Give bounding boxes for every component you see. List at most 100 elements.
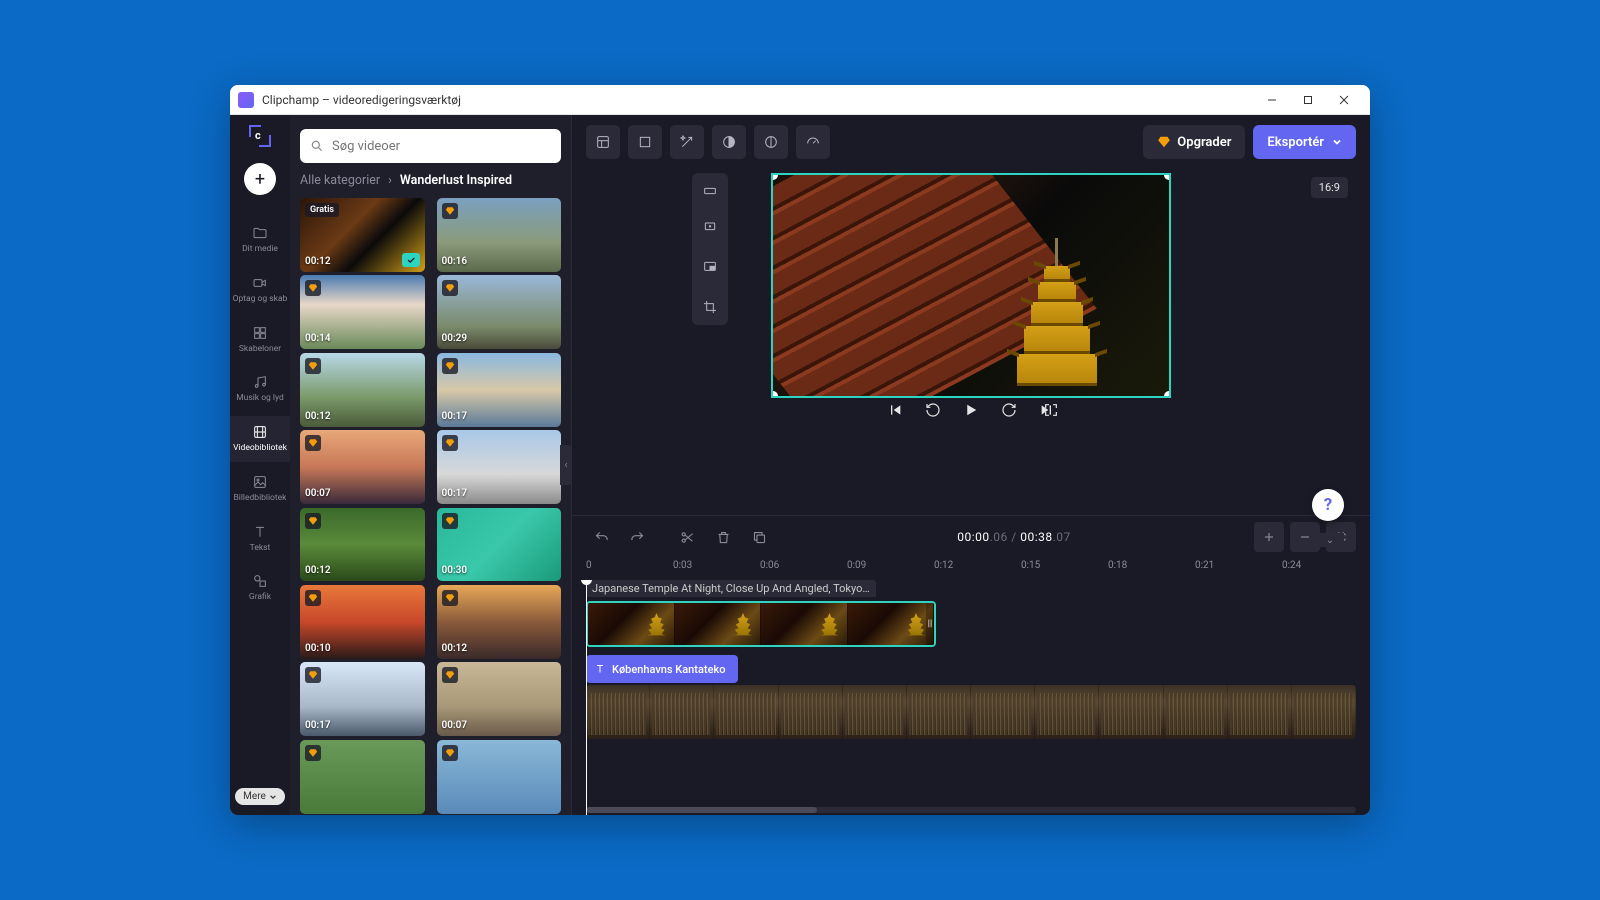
pip-tool[interactable] bbox=[692, 249, 728, 285]
resize-handle-tr[interactable] bbox=[1164, 173, 1171, 180]
premium-badge-icon bbox=[305, 358, 321, 374]
diamond-icon bbox=[1157, 135, 1171, 149]
ruler-mark: 0:21 bbox=[1195, 560, 1214, 571]
premium-badge-icon bbox=[305, 590, 321, 606]
crop-tool[interactable] bbox=[628, 125, 662, 159]
panel-collapse-handle[interactable]: ‹ bbox=[560, 445, 572, 485]
templates-icon bbox=[252, 325, 268, 341]
timeline-ruler[interactable]: 00:030:060:090:120:150:180:210:24 bbox=[572, 558, 1370, 580]
adjust-tool[interactable] bbox=[754, 125, 788, 159]
fit-screen-tool[interactable] bbox=[692, 209, 728, 245]
library-thumbnail[interactable]: 00:14 bbox=[300, 275, 425, 349]
add-media-button[interactable]: + bbox=[244, 163, 276, 195]
help-button[interactable]: ? bbox=[1312, 489, 1344, 521]
clip-trim-right[interactable]: || bbox=[926, 603, 934, 645]
thumbnail-grid: Gratis00:1200:1600:1400:2900:1200:1700:0… bbox=[290, 198, 571, 815]
maximize-button[interactable] bbox=[1290, 85, 1326, 115]
library-thumbnail[interactable] bbox=[300, 740, 425, 814]
video-clip[interactable]: || || bbox=[586, 601, 936, 647]
split-button[interactable] bbox=[672, 522, 702, 552]
premium-badge-icon bbox=[442, 203, 458, 219]
fit-width-tool[interactable] bbox=[692, 173, 728, 209]
delete-button[interactable] bbox=[708, 522, 738, 552]
nav-your-media[interactable]: Dit medie bbox=[230, 217, 290, 263]
layout-tool[interactable] bbox=[586, 125, 620, 159]
media-clip[interactable] bbox=[586, 685, 1356, 739]
resize-handle-br[interactable] bbox=[1164, 391, 1171, 398]
nav-record[interactable]: Optag og skab bbox=[230, 267, 290, 313]
preview-content-pagoda bbox=[1004, 216, 1109, 386]
title-clip[interactable]: Københavns Kantateko bbox=[586, 655, 738, 683]
duration-label: 00:12 bbox=[305, 256, 331, 267]
duration-label: 00:29 bbox=[442, 333, 468, 344]
aspect-ratio-badge[interactable]: 16:9 bbox=[1311, 177, 1348, 198]
library-thumbnail[interactable]: 00:17 bbox=[437, 353, 562, 427]
export-button[interactable]: Eksportér bbox=[1253, 125, 1356, 159]
selected-check-icon bbox=[402, 253, 420, 267]
contrast-tool[interactable] bbox=[712, 125, 746, 159]
undo-button[interactable] bbox=[586, 522, 616, 552]
fullscreen-button[interactable] bbox=[1041, 400, 1061, 420]
duration-label: 00:10 bbox=[305, 643, 331, 654]
clip-label: Japanese Temple At Night, Close Up And A… bbox=[586, 580, 876, 597]
chevron-right-icon: › bbox=[388, 173, 392, 188]
duplicate-button[interactable] bbox=[744, 522, 774, 552]
premium-badge-icon bbox=[442, 667, 458, 683]
chevron-down-icon bbox=[269, 793, 277, 801]
zoom-in-button[interactable] bbox=[1254, 522, 1284, 552]
library-thumbnail[interactable] bbox=[437, 740, 562, 814]
rewind-button[interactable] bbox=[923, 400, 943, 420]
resize-handle-bl[interactable] bbox=[771, 391, 778, 398]
nav-image-library[interactable]: Billedbibliotek bbox=[230, 466, 290, 512]
library-thumbnail[interactable]: 00:12 bbox=[437, 585, 562, 659]
timeline-collapse-tab[interactable]: ⌄ bbox=[1316, 533, 1344, 547]
breadcrumb-root[interactable]: Alle kategorier bbox=[300, 173, 380, 188]
library-thumbnail[interactable]: 00:07 bbox=[437, 662, 562, 736]
ruler-mark: 0:18 bbox=[1108, 560, 1127, 571]
topbar: Opgrader Eksportér bbox=[572, 115, 1370, 169]
ruler-mark: 0:06 bbox=[760, 560, 779, 571]
nav-video-library[interactable]: Videobibliotek bbox=[230, 416, 290, 462]
upgrade-button[interactable]: Opgrader bbox=[1143, 125, 1245, 159]
duration-label: 00:12 bbox=[442, 643, 468, 654]
library-thumbnail[interactable]: 00:12 bbox=[300, 508, 425, 582]
speed-tool[interactable] bbox=[796, 125, 830, 159]
text-icon bbox=[252, 524, 268, 540]
crop-preview-tool[interactable] bbox=[692, 289, 728, 325]
shapes-icon bbox=[252, 573, 268, 589]
library-thumbnail[interactable]: Gratis00:12 bbox=[300, 198, 425, 272]
library-thumbnail[interactable]: 00:12 bbox=[300, 353, 425, 427]
premium-badge-icon bbox=[442, 358, 458, 374]
nav-templates[interactable]: Skabeloner bbox=[230, 317, 290, 363]
ruler-mark: 0 bbox=[586, 560, 592, 571]
prev-frame-button[interactable] bbox=[885, 400, 905, 420]
resize-handle-tl[interactable] bbox=[771, 173, 778, 180]
play-button[interactable] bbox=[961, 400, 981, 420]
library-thumbnail[interactable]: 00:16 bbox=[437, 198, 562, 272]
camera-icon bbox=[252, 275, 268, 291]
nav-music[interactable]: Musik og lyd bbox=[230, 366, 290, 412]
search-input[interactable] bbox=[332, 139, 551, 154]
nav-graphics[interactable]: Grafik bbox=[230, 565, 290, 611]
nav-text[interactable]: Tekst bbox=[230, 516, 290, 562]
library-thumbnail[interactable]: 00:29 bbox=[437, 275, 562, 349]
titlebar: Clipchamp – videoredigeringsværktøj bbox=[230, 85, 1370, 115]
playhead[interactable] bbox=[586, 580, 587, 815]
preview-canvas[interactable] bbox=[771, 173, 1171, 398]
forward-button[interactable] bbox=[999, 400, 1019, 420]
timeline-scrollbar[interactable] bbox=[586, 807, 1356, 813]
close-button[interactable] bbox=[1326, 85, 1362, 115]
library-thumbnail[interactable]: 00:07 bbox=[300, 430, 425, 504]
minimize-button[interactable] bbox=[1254, 85, 1290, 115]
magic-tool[interactable] bbox=[670, 125, 704, 159]
library-thumbnail[interactable]: 00:30 bbox=[437, 508, 562, 582]
redo-button[interactable] bbox=[622, 522, 652, 552]
premium-badge-icon bbox=[305, 435, 321, 451]
library-thumbnail[interactable]: 00:10 bbox=[300, 585, 425, 659]
premium-badge-icon bbox=[442, 745, 458, 761]
library-thumbnail[interactable]: 00:17 bbox=[300, 662, 425, 736]
library-thumbnail[interactable]: 00:17 bbox=[437, 430, 562, 504]
nav-more-button[interactable]: Mere bbox=[235, 788, 285, 805]
premium-badge-icon bbox=[442, 280, 458, 296]
search-box[interactable] bbox=[300, 129, 561, 163]
